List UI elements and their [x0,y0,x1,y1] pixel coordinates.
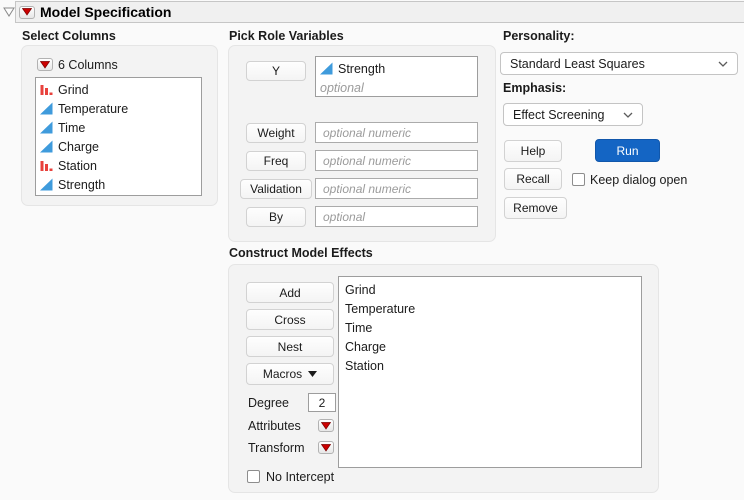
degree-input[interactable]: 2 [308,393,336,412]
red-triangle-icon [321,421,331,430]
continuous-icon [320,62,333,75]
add-button[interactable]: Add [246,282,334,303]
personality-dropdown[interactable]: Standard Least Squares [500,52,738,75]
column-item-label: Station [58,158,97,173]
run-button[interactable]: Run [595,139,660,162]
continuous-icon [40,102,53,115]
keep-dialog-open-checkbox[interactable] [572,173,585,186]
emphasis-value: Effect Screening [513,107,605,122]
no-intercept-checkbox[interactable] [247,470,260,483]
attributes-label: Attributes [248,419,301,433]
personality-label: Personality: [503,29,575,43]
by-role-input[interactable]: optional [315,206,478,227]
dropdown-triangle-icon [308,371,318,377]
continuous-icon [40,121,53,134]
validation-role-input[interactable]: optional numeric [315,178,478,199]
cross-button[interactable]: Cross [246,309,334,330]
red-triangle-menu-button[interactable] [19,5,35,19]
remove-button[interactable]: Remove [504,197,567,219]
nominal-icon [40,83,53,96]
effect-item[interactable]: Temperature [339,299,641,318]
by-placeholder: optional [323,209,366,224]
validation-placeholder: optional numeric [323,181,412,196]
column-item-label: Time [58,120,86,135]
help-button[interactable]: Help [504,140,562,162]
freq-role-input[interactable]: optional numeric [315,150,478,171]
freq-placeholder: optional numeric [323,153,412,168]
column-item-label: Strength [58,177,106,192]
pick-role-variables-label: Pick Role Variables [229,29,344,43]
columns-listbox[interactable]: Grind Temperature Time Charge Station St… [35,77,202,196]
page-title: Model Specification [40,4,172,20]
effect-item[interactable]: Charge [339,337,641,356]
macros-button[interactable]: Macros [246,363,334,385]
by-role-button[interactable]: By [246,207,306,227]
column-item[interactable]: Strength [36,175,201,194]
emphasis-label: Emphasis: [503,81,567,95]
disclosure-triangle-icon[interactable] [3,7,15,17]
recall-button[interactable]: Recall [504,168,562,190]
attributes-red-triangle-button[interactable] [318,419,334,432]
y-role-button[interactable]: Y [246,61,306,81]
y-role-listbox[interactable]: Strength optional [315,56,478,97]
model-effects-listbox[interactable]: Grind Temperature Time Charge Station [338,276,642,468]
column-item[interactable]: Charge [36,137,201,156]
y-role-placeholder: optional [320,80,364,95]
nest-button[interactable]: Nest [246,336,334,357]
continuous-icon [40,178,53,191]
model-specification-dialog: Model Specification Select Columns 6 Col… [0,0,744,500]
emphasis-dropdown[interactable]: Effect Screening [503,103,643,126]
red-triangle-icon [22,8,32,16]
column-item[interactable]: Time [36,118,201,137]
validation-role-button[interactable]: Validation [240,179,312,199]
column-item-label: Temperature [58,101,129,116]
column-item[interactable]: Station [36,156,201,175]
column-item-label: Charge [58,139,99,154]
nominal-icon [40,159,53,172]
weight-placeholder: optional numeric [323,125,412,140]
effect-item[interactable]: Station [339,356,641,375]
column-item[interactable]: Temperature [36,99,201,118]
keep-dialog-open-label: Keep dialog open [590,173,688,187]
continuous-icon [40,140,53,153]
weight-role-button[interactable]: Weight [246,123,306,143]
transform-red-triangle-button[interactable] [318,441,334,454]
chevron-down-icon [623,112,633,118]
personality-value: Standard Least Squares [510,56,645,71]
red-triangle-icon [321,443,331,452]
freq-role-button[interactable]: Freq [246,151,306,171]
effect-item[interactable]: Time [339,318,641,337]
chevron-down-icon [718,61,728,67]
columns-count-label: 6 Columns [58,58,118,72]
construct-model-effects-label: Construct Model Effects [229,246,373,260]
y-role-item-label: Strength [338,61,386,76]
select-columns-label: Select Columns [22,29,116,43]
no-intercept-label: No Intercept [266,470,335,484]
weight-role-input[interactable]: optional numeric [315,122,478,143]
effect-item[interactable]: Grind [339,280,641,299]
degree-label: Degree [248,396,289,410]
column-item[interactable]: Grind [36,80,201,99]
column-item-label: Grind [58,82,89,97]
y-role-item[interactable]: Strength [316,59,477,78]
macros-label: Macros [262,367,303,381]
red-triangle-icon [40,60,50,69]
transform-label: Transform [248,441,305,455]
titlebar: Model Specification [15,1,744,23]
columns-red-triangle-menu-button[interactable] [37,58,53,71]
